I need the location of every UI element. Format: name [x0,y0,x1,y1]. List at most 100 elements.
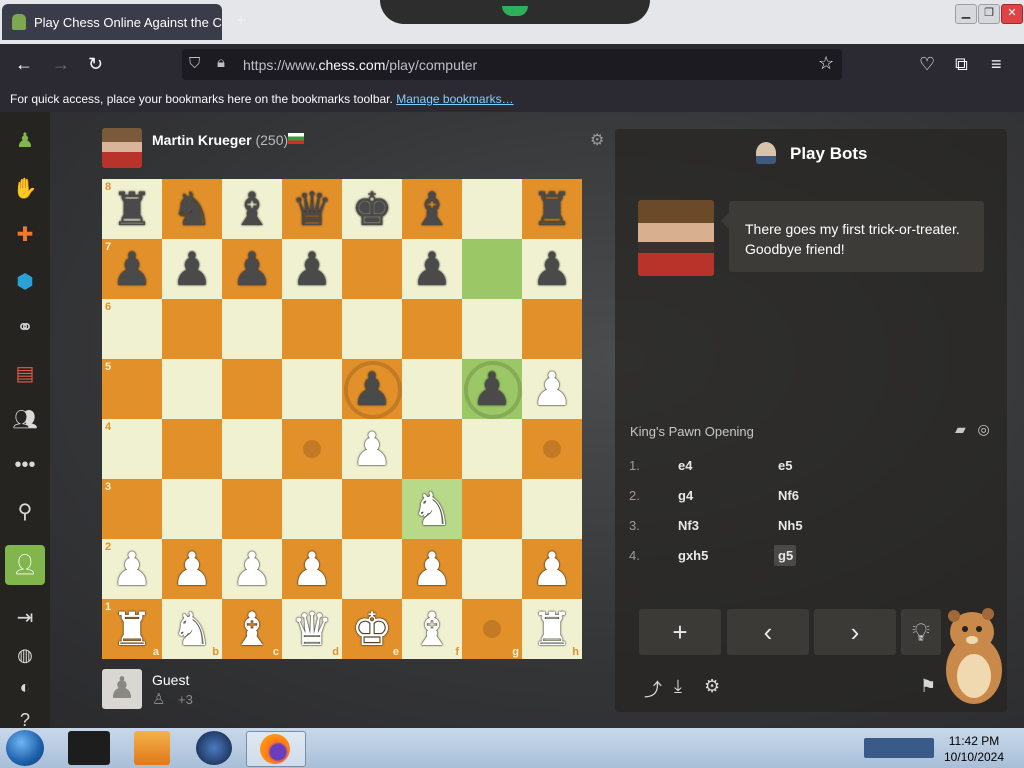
square-a1[interactable]: 1 a ♜ [102,599,162,659]
square-e8[interactable]: ♚ [342,179,402,239]
black-move[interactable]: Nf6 [778,488,799,503]
new-game-button[interactable]: + [639,609,721,655]
login-icon[interactable]: ⇥ [10,603,40,633]
more-icon[interactable]: ••• [10,450,40,480]
white-queen-icon[interactable]: ♛ [282,599,342,659]
white-bishop-icon[interactable]: ♝ [402,599,462,659]
white-rook-icon[interactable]: ♜ [102,599,162,659]
compass-icon[interactable]: ◎ [977,421,989,437]
sign-up-button[interactable]: 👤︎ [5,545,45,585]
taskbar-clock[interactable]: 11:42 PM 10/10/2024 [940,733,1008,765]
square-h4[interactable] [522,419,582,479]
play-icon[interactable]: ✋ [10,174,40,204]
square-g1[interactable]: g [462,599,522,659]
square-d3[interactable] [282,479,342,539]
square-a3[interactable]: 3 [102,479,162,539]
white-king-icon[interactable]: ♚ [342,599,402,659]
maximize-button[interactable]: ❐ [978,4,1000,24]
black-bishop-icon[interactable]: ♝ [222,179,282,239]
hint-button[interactable]: 💡︎ [901,609,941,655]
square-e5[interactable]: ♟ [342,359,402,419]
square-b1[interactable]: b ♞ [162,599,222,659]
square-d7[interactable]: ♟ [282,239,342,299]
lock-icon[interactable]: 🔒︎ [217,54,225,71]
puzzles-icon[interactable]: ✚ [10,220,40,250]
square-f2[interactable]: ♟ [402,539,462,599]
square-b6[interactable] [162,299,222,359]
white-move[interactable]: Nf3 [678,518,699,533]
book-icon[interactable]: ▰ [955,421,966,437]
system-tray-icons[interactable] [864,738,934,758]
square-g3[interactable] [462,479,522,539]
square-f8[interactable]: ♝ [402,179,462,239]
white-rook-icon[interactable]: ♜ [522,599,582,659]
square-e1[interactable]: e ♚ [342,599,402,659]
square-b5[interactable] [162,359,222,419]
square-g7[interactable] [462,239,522,299]
square-b2[interactable]: ♟ [162,539,222,599]
square-e4[interactable]: ♟ [342,419,402,479]
close-window-button[interactable]: ✕ [1001,4,1023,24]
news-icon[interactable]: ▤ [10,359,40,389]
black-rook-icon[interactable]: ♜ [102,179,162,239]
black-knight-icon[interactable]: ♞ [162,179,222,239]
white-pawn-icon[interactable]: ♟ [402,539,462,599]
square-f1[interactable]: f ♝ [402,599,462,659]
taskbar-app-media-player[interactable] [134,731,170,765]
chess-board[interactable]: 8 ♜ ♞ ♝ ♛ ♚ ♝ ♜ 7 ♟ ♟ ♟ ♟ ♟ ♟ 6 5 ♟ ♟ ♟ 4 ♟ 3 ♞ 2 ♟ ♟ ♟ ♟ ♟ ♟ 1 a ♜ b ♞ c ♝ d ♛… [102,179,582,659]
url-text[interactable]: https://www.chess.com/play/computer [243,57,477,73]
square-h3[interactable] [522,479,582,539]
previous-move-button[interactable]: ‹ [727,609,809,655]
share-icon[interactable]: ⤴ [644,676,662,702]
square-e2[interactable] [342,539,402,599]
white-move[interactable]: e4 [678,458,692,473]
white-pawn-icon[interactable]: ♟ [342,419,402,479]
white-knight-icon[interactable]: ♞ [402,479,462,539]
square-c5[interactable] [222,359,282,419]
white-pawn-icon[interactable]: ♟ [222,539,282,599]
black-move[interactable]: e5 [778,458,792,473]
social-icon[interactable]: 👥︎ [10,405,40,435]
settings-gear-icon[interactable]: ⚙ [704,676,720,697]
square-b3[interactable] [162,479,222,539]
taskbar-app-firefox[interactable] [246,731,306,767]
white-pawn-icon[interactable]: ♟ [522,359,582,419]
white-pawn-icon[interactable]: ♟ [522,539,582,599]
black-king-icon[interactable]: ♚ [342,179,402,239]
black-rook-icon[interactable]: ♜ [522,179,582,239]
square-c2[interactable]: ♟ [222,539,282,599]
black-move[interactable]: Nh5 [778,518,803,533]
white-pawn-icon[interactable]: ♟ [162,539,222,599]
start-button[interactable] [6,730,44,766]
square-d2[interactable]: ♟ [282,539,342,599]
theme-toggle-icon[interactable]: ◐ [10,672,40,702]
square-b8[interactable]: ♞ [162,179,222,239]
black-move[interactable]: g5 [778,548,793,563]
language-globe-icon[interactable]: ◍ [10,640,40,670]
square-c7[interactable]: ♟ [222,239,282,299]
watch-binoculars-icon[interactable]: ⚭ [10,313,40,343]
back-arrow-icon[interactable]: ← [15,54,33,75]
learn-icon[interactable]: ⬢ [10,267,40,297]
black-pawn-icon[interactable]: ♟ [162,239,222,299]
square-a2[interactable]: 2 ♟ [102,539,162,599]
taskbar-app-globe[interactable] [196,731,232,765]
square-h7[interactable]: ♟ [522,239,582,299]
square-h6[interactable] [522,299,582,359]
square-d1[interactable]: d ♛ [282,599,342,659]
board-settings-gear-icon[interactable]: ⚙ [590,130,604,150]
pocket-icon[interactable]: ♡ [919,54,935,75]
opponent-name[interactable]: Martin Krueger (250) [152,132,288,148]
square-h1[interactable]: h ♜ [522,599,582,659]
square-f4[interactable] [402,419,462,479]
active-tab[interactable]: Play Chess Online Against the C [2,4,222,40]
square-d8[interactable]: ♛ [282,179,342,239]
square-f3[interactable]: ♞ [402,479,462,539]
square-b7[interactable]: ♟ [162,239,222,299]
taskbar-app-terminal[interactable] [68,731,110,765]
opening-explorer-icons[interactable]: ▰ ◎ [955,421,990,438]
new-tab-plus-icon[interactable]: + [236,10,247,31]
square-f6[interactable] [402,299,462,359]
menu-icon[interactable]: ≡ [991,54,1002,75]
black-pawn-icon[interactable]: ♟ [222,239,282,299]
